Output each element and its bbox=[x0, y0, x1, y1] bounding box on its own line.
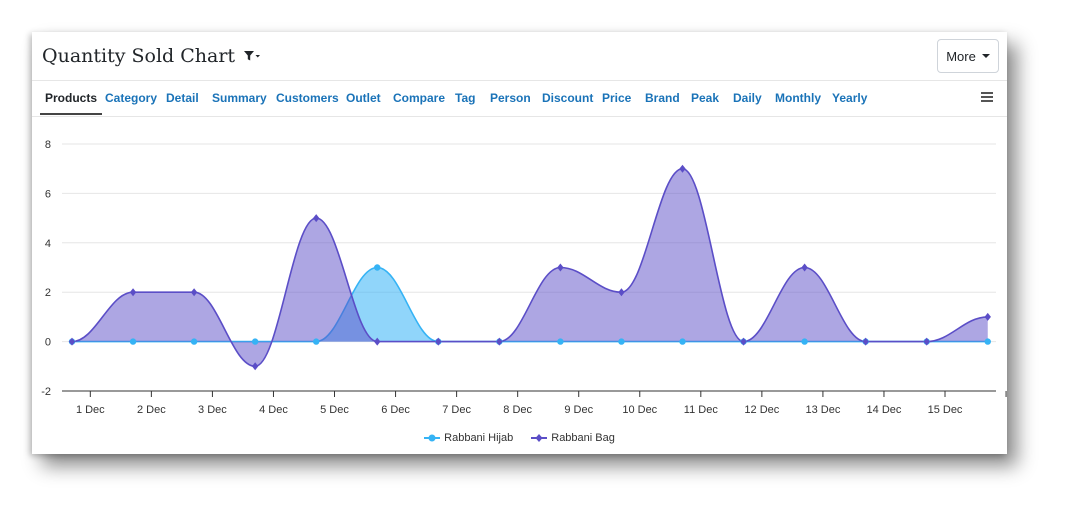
tab-yearly[interactable]: Yearly bbox=[827, 81, 872, 115]
legend-marker-icon bbox=[424, 434, 441, 442]
tab-discount[interactable]: Discount bbox=[537, 81, 598, 115]
more-button-label: More bbox=[946, 48, 976, 64]
data-point[interactable] bbox=[740, 337, 747, 346]
legend-label: Rabbani Hijab bbox=[444, 432, 514, 444]
tab-tag[interactable]: Tag bbox=[450, 81, 480, 115]
x-tick-label: 4 Dec bbox=[259, 404, 288, 416]
y-tick-label: 6 bbox=[45, 188, 51, 200]
tab-compare[interactable]: Compare bbox=[388, 81, 450, 115]
tab-daily[interactable]: Daily bbox=[728, 81, 767, 115]
data-point[interactable] bbox=[251, 338, 259, 345]
quantity-chart: -2 0 2 4 6 8 1 Dec 2 Dec 3 Dec 4 Dec 5 Dec 6 Dec 7 D… bbox=[41, 139, 1007, 416]
report-tabs: Products Category Detail Summary Customers Ou… bbox=[32, 81, 1007, 117]
chevron-down-icon bbox=[981, 54, 990, 58]
tab-person[interactable]: Person bbox=[485, 81, 536, 115]
y-tick-label: 8 bbox=[45, 139, 51, 151]
chart-title: Quantity Sold Chart bbox=[42, 45, 236, 67]
data-point[interactable] bbox=[496, 337, 503, 346]
data-point[interactable] bbox=[68, 337, 76, 346]
x-tick-label: 9 Dec bbox=[564, 404, 593, 416]
legend-item[interactable]: Rabbani Hijab bbox=[424, 432, 513, 444]
chart-title-row: Quantity Sold Chart bbox=[42, 45, 261, 67]
legend-item[interactable]: Rabbani Bag bbox=[531, 432, 615, 444]
data-point[interactable] bbox=[435, 337, 442, 346]
x-tick-label: 11 Dec bbox=[684, 404, 719, 416]
x-tick-label: 12 Dec bbox=[744, 404, 779, 416]
x-tick-label: 13 Dec bbox=[805, 404, 840, 416]
x-tick-label: 8 Dec bbox=[503, 404, 532, 416]
x-tick-label: 14 Dec bbox=[867, 404, 902, 416]
tab-detail[interactable]: Detail bbox=[161, 81, 204, 115]
data-point[interactable] bbox=[984, 338, 991, 345]
data-point[interactable] bbox=[679, 338, 686, 345]
x-tick-label: 2 Dec bbox=[137, 404, 166, 416]
tab-customers[interactable]: Customers bbox=[271, 81, 344, 115]
data-point[interactable] bbox=[557, 338, 564, 345]
hamburger-menu-icon[interactable] bbox=[981, 92, 993, 102]
x-tick-label: 3 Dec bbox=[198, 404, 227, 416]
data-point[interactable] bbox=[313, 338, 320, 345]
data-point[interactable] bbox=[923, 337, 930, 346]
legend-marker-icon bbox=[531, 434, 548, 442]
chart-card: Quantity Sold Chart More Products Categor… bbox=[32, 32, 1007, 454]
data-point[interactable] bbox=[129, 338, 137, 345]
tab-monthly[interactable]: Monthly bbox=[770, 81, 826, 115]
card-header: Quantity Sold Chart More bbox=[32, 32, 1007, 81]
data-point[interactable] bbox=[618, 338, 625, 345]
series-area bbox=[72, 168, 988, 367]
data-point[interactable] bbox=[862, 337, 869, 346]
x-tick-label: 10 Dec bbox=[622, 404, 657, 416]
tab-outlet[interactable]: Outlet bbox=[341, 81, 386, 115]
x-tick-label: 1 Dec bbox=[76, 404, 105, 416]
y-tick-label: 4 bbox=[45, 238, 51, 250]
y-tick-label: 2 bbox=[45, 287, 51, 299]
tab-summary[interactable]: Summary bbox=[207, 81, 272, 115]
x-tick-label: 6 Dec bbox=[381, 404, 410, 416]
data-point[interactable] bbox=[190, 338, 198, 345]
more-button[interactable]: More bbox=[937, 39, 999, 73]
x-tick-label: 15 Dec bbox=[928, 404, 963, 416]
data-point[interactable] bbox=[374, 264, 381, 271]
y-tick-label: -2 bbox=[41, 386, 51, 398]
tab-products[interactable]: Products bbox=[40, 81, 103, 115]
legend-label: Rabbani Bag bbox=[551, 432, 615, 444]
filter-dropdown-icon[interactable] bbox=[243, 50, 261, 62]
data-point[interactable] bbox=[801, 338, 808, 345]
tab-price[interactable]: Price bbox=[597, 81, 636, 115]
chart-legend: Rabbani Hijab Rabbani Bag bbox=[32, 432, 1007, 444]
tab-category[interactable]: Category bbox=[100, 81, 162, 115]
y-tick-label: 0 bbox=[45, 337, 51, 349]
tab-brand[interactable]: Brand bbox=[640, 81, 685, 115]
x-tick-label: 7 Dec bbox=[442, 404, 471, 416]
tab-peak[interactable]: Peak bbox=[686, 81, 724, 115]
x-tick-label: 5 Dec bbox=[320, 404, 349, 416]
